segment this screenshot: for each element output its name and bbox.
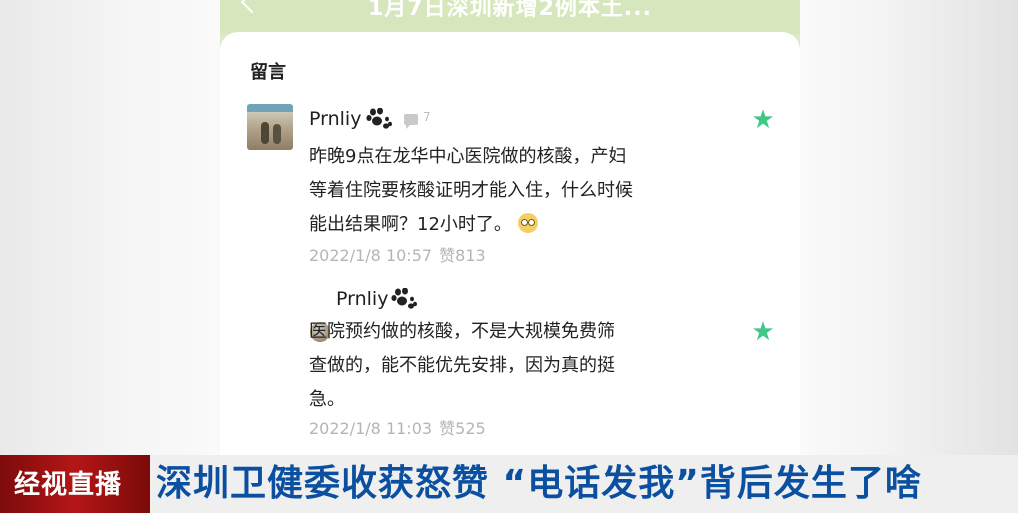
top-bar: 1月7日深圳新增2例本土... (220, 0, 800, 34)
reply-line: 医院预约做的核酸，不是大规模免费筛 (309, 321, 615, 342)
comment-line: 等着住院要核酸证明才能入住，什么时候 (309, 180, 633, 201)
comment-icon[interactable] (404, 114, 418, 129)
reply-username[interactable]: Prnliy (336, 288, 388, 310)
avatar[interactable] (247, 104, 293, 150)
news-headline: 深圳卫健委收获怒赞 “电话发我”背后发生了啥 (156, 463, 922, 504)
reply-text: 医院预约做的核酸，不是大规模免费筛 查做的，能不能优先安排，因为真的挺 急。 (309, 315, 739, 417)
reply-timestamp: 2022/1/8 11:03 (309, 419, 433, 438)
channel-logo-text: 经视直播 (14, 470, 123, 500)
comment-timestamp: 2022/1/8 10:57 (309, 246, 433, 265)
reply-count: 7 (423, 110, 431, 124)
comment-meta: 2022/1/8 10:57 赞813 (309, 242, 488, 266)
video-background-left (0, 0, 220, 455)
pleading-face-emoji-icon (517, 213, 538, 233)
comment-line-last: 能出结果啊？12小时了。 (309, 208, 739, 242)
comment-username[interactable]: Prnliy (309, 108, 361, 130)
comment-line: 能出结果啊？12小时了。 (309, 214, 512, 235)
paw-icon (366, 108, 392, 129)
page-title: 1月7日深圳新增2例本土... (368, 0, 652, 21)
comment-text: 昨晚9点在龙华中心医院做的核酸，产妇 等着住院要核酸证明才能入住，什么时候 能出… (309, 140, 739, 242)
reply-line: 急。 (309, 389, 345, 410)
reply-line: 查做的，能不能优先安排，因为真的挺 (309, 355, 615, 376)
comments-card: 留言 Prnliy 7 昨晚9点在龙华中心医院做的核酸，产妇 等着住院要核酸证明… (220, 32, 800, 455)
star-icon[interactable]: ★ (751, 107, 775, 133)
video-background-right (800, 0, 1018, 455)
paw-icon (391, 288, 417, 309)
channel-logo: 经视直播 (0, 455, 150, 513)
comment-likes[interactable]: 赞813 (439, 246, 486, 265)
phone-screen: 1月7日深圳新增2例本土... 留言 Prnliy 7 昨晚9点在龙华中心医院做… (220, 0, 800, 455)
section-title: 留言 (250, 62, 286, 83)
star-icon[interactable]: ★ (751, 319, 775, 345)
reply-likes[interactable]: 赞525 (439, 419, 486, 438)
comment-line: 昨晚9点在龙华中心医院做的核酸，产妇 (309, 146, 627, 167)
reply-meta: 2022/1/8 11:03 赞525 (309, 415, 488, 439)
